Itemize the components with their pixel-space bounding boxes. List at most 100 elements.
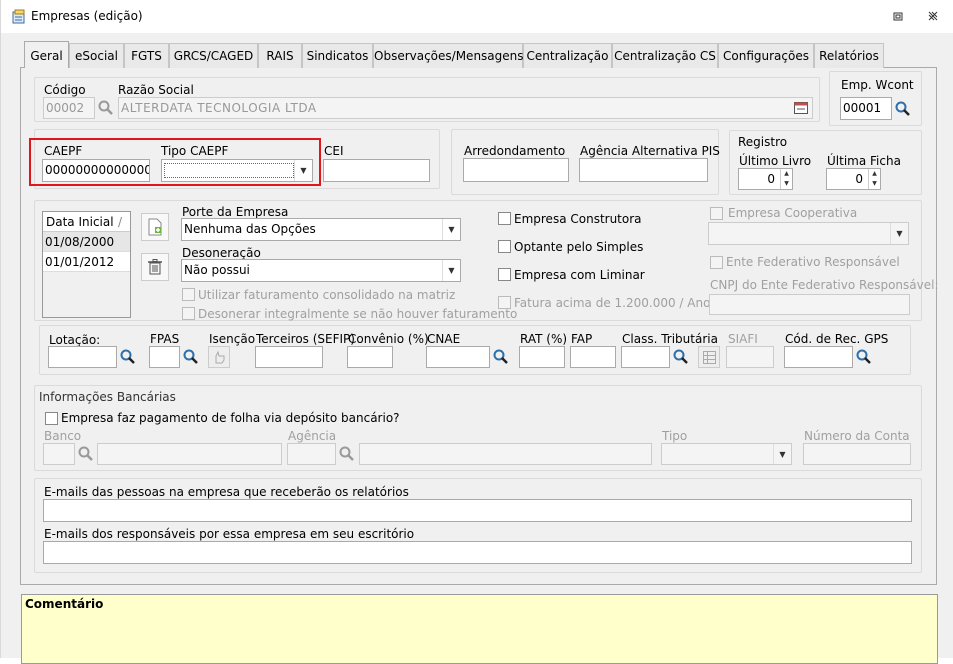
- comentario-label: Comentário: [25, 597, 104, 611]
- tab-rais[interactable]: RAIS: [258, 43, 302, 68]
- edit-window: Empresas (edição) Geral eSocial FGTS GRC…: [0, 0, 953, 664]
- desonerar-label: Desonerar integralmente se não houver fa…: [198, 307, 518, 321]
- agencia-pis-field[interactable]: [579, 158, 708, 182]
- datas-header[interactable]: Data Inicial /: [43, 212, 130, 232]
- convenio-field[interactable]: [347, 346, 393, 368]
- arredondamento-field[interactable]: [463, 158, 569, 182]
- tipo-label: Tipo: [662, 429, 688, 443]
- razao-field[interactable]: ALTERDATA TECNOLOGIA LTDA: [118, 97, 813, 119]
- fpas-search-button[interactable]: [180, 346, 201, 367]
- agencia-search-button[interactable]: [336, 443, 357, 464]
- lotacao-field[interactable]: [48, 346, 117, 368]
- comentario-area[interactable]: Comentário: [21, 594, 938, 664]
- tab-centralizacao[interactable]: Centralização: [523, 43, 612, 68]
- wcont-field[interactable]: 00001: [840, 97, 892, 120]
- spin-arrows-icon[interactable]: ▲ ▼: [780, 169, 792, 189]
- tab-geral[interactable]: Geral: [24, 41, 69, 68]
- title-bar: Empresas (edição): [1, 0, 953, 33]
- table-row[interactable]: 01/08/2000: [43, 232, 130, 252]
- class-trib-grid-button[interactable]: [698, 346, 720, 368]
- fatura-checkbox[interactable]: [498, 296, 511, 309]
- lotacao-search-button[interactable]: [117, 346, 138, 367]
- cooperativa-label: Empresa Cooperativa: [728, 206, 858, 220]
- emails-responsaveis-label: E-mails dos responsáveis por essa empres…: [44, 527, 415, 541]
- rat-label: RAT (%): [520, 332, 568, 346]
- tab-centralizacao-cs[interactable]: Centralização CS: [612, 43, 718, 68]
- deposito-checkbox[interactable]: [45, 412, 58, 425]
- agencia-code-field[interactable]: [287, 443, 336, 465]
- agencia-label: Agência: [288, 429, 337, 443]
- isencao-label: Isenção: [209, 332, 256, 346]
- construtora-label: Empresa Construtora: [514, 212, 642, 226]
- desoneracao-value: Não possui: [184, 263, 250, 277]
- grid-icon: [702, 350, 716, 364]
- cei-field[interactable]: [323, 159, 430, 182]
- search-icon: [78, 446, 93, 461]
- utilizar-faturamento-checkbox[interactable]: [182, 288, 195, 301]
- window-app-icon: [12, 9, 25, 24]
- agencia-pis-label: Agência Alternativa PIS: [580, 144, 720, 158]
- emails-pessoas-field[interactable]: [43, 499, 912, 522]
- table-row[interactable]: 01/01/2012: [43, 252, 130, 272]
- tab-grcs-caged[interactable]: GRCS/CAGED: [169, 43, 258, 68]
- search-icon: [120, 349, 135, 364]
- ente-federativo-label: Ente Federativo Responsável: [726, 255, 900, 269]
- fap-field[interactable]: [570, 346, 616, 368]
- numero-conta-field[interactable]: [803, 443, 911, 465]
- wcont-search-button[interactable]: [892, 98, 913, 119]
- razao-calendar-button[interactable]: [791, 98, 811, 117]
- codigo-field[interactable]: 00002: [43, 97, 95, 119]
- cooperativa-checkbox[interactable]: [710, 207, 723, 220]
- desoneracao-select[interactable]: Não possui ▼: [181, 259, 461, 282]
- banco-search-button[interactable]: [75, 443, 96, 464]
- tab-observacoes[interactable]: Observações/Mensagens: [373, 43, 524, 68]
- delete-date-button[interactable]: [141, 253, 169, 281]
- hand-point-icon: [215, 350, 225, 364]
- search-icon: [339, 446, 354, 461]
- chevron-down-icon: ▼: [890, 223, 908, 244]
- tab-sindicatos[interactable]: Sindicatos: [302, 43, 373, 68]
- porte-select[interactable]: Nenhuma das Opções ▼: [181, 218, 461, 241]
- fpas-field[interactable]: [149, 346, 180, 368]
- restore-button[interactable]: [891, 10, 905, 24]
- cod-gps-field[interactable]: [784, 346, 853, 368]
- convenio-label: Convênio (%): [348, 332, 429, 346]
- search-icon: [856, 349, 871, 364]
- codigo-search-button[interactable]: [95, 97, 116, 118]
- fpas-label: FPAS: [150, 332, 180, 346]
- tab-configuracoes[interactable]: Configurações: [718, 43, 814, 68]
- cooperativa-select[interactable]: ▼: [708, 222, 909, 245]
- ultimo-livro-spinner[interactable]: 0 ▲ ▼: [738, 168, 793, 190]
- cnpj-ente-field[interactable]: [709, 294, 910, 315]
- agencia-name-field[interactable]: [359, 443, 652, 465]
- registro-label: Registro: [738, 135, 788, 149]
- add-date-button[interactable]: [141, 213, 169, 241]
- banco-code-field[interactable]: [43, 443, 75, 465]
- rat-field[interactable]: [519, 346, 565, 368]
- simples-checkbox[interactable]: [498, 240, 511, 253]
- cod-gps-search-button[interactable]: [853, 346, 874, 367]
- banco-name-field[interactable]: [97, 443, 282, 465]
- isencao-button[interactable]: [208, 346, 230, 368]
- siafi-field[interactable]: [726, 346, 774, 368]
- close-button[interactable]: [926, 10, 940, 24]
- tab-esocial[interactable]: eSocial: [69, 43, 124, 68]
- tipo-select[interactable]: ▼: [661, 443, 792, 465]
- siafi-label: SIAFI: [728, 332, 758, 346]
- desonerar-checkbox[interactable]: [182, 307, 195, 320]
- construtora-checkbox[interactable]: [498, 212, 511, 225]
- emails-responsaveis-field[interactable]: [43, 541, 912, 564]
- terceiros-label: Terceiros (SEFIP): [256, 332, 355, 346]
- terceiros-field[interactable]: [255, 346, 323, 368]
- tab-fgts[interactable]: FGTS: [124, 43, 169, 68]
- class-trib-search-button[interactable]: [670, 346, 691, 367]
- cnae-field[interactable]: [426, 346, 490, 368]
- spin-arrows-icon[interactable]: ▲ ▼: [868, 169, 880, 189]
- cnae-search-button[interactable]: [490, 346, 511, 367]
- ente-federativo-checkbox[interactable]: [710, 256, 723, 269]
- tab-relatorios[interactable]: Relatórios: [814, 43, 884, 68]
- liminar-checkbox[interactable]: [498, 268, 511, 281]
- class-trib-field[interactable]: [621, 346, 670, 368]
- datas-grid[interactable]: Data Inicial/ 01/08/2000 01/01/2012: [42, 211, 131, 318]
- ultima-ficha-spinner[interactable]: 0 ▲ ▼: [826, 168, 881, 190]
